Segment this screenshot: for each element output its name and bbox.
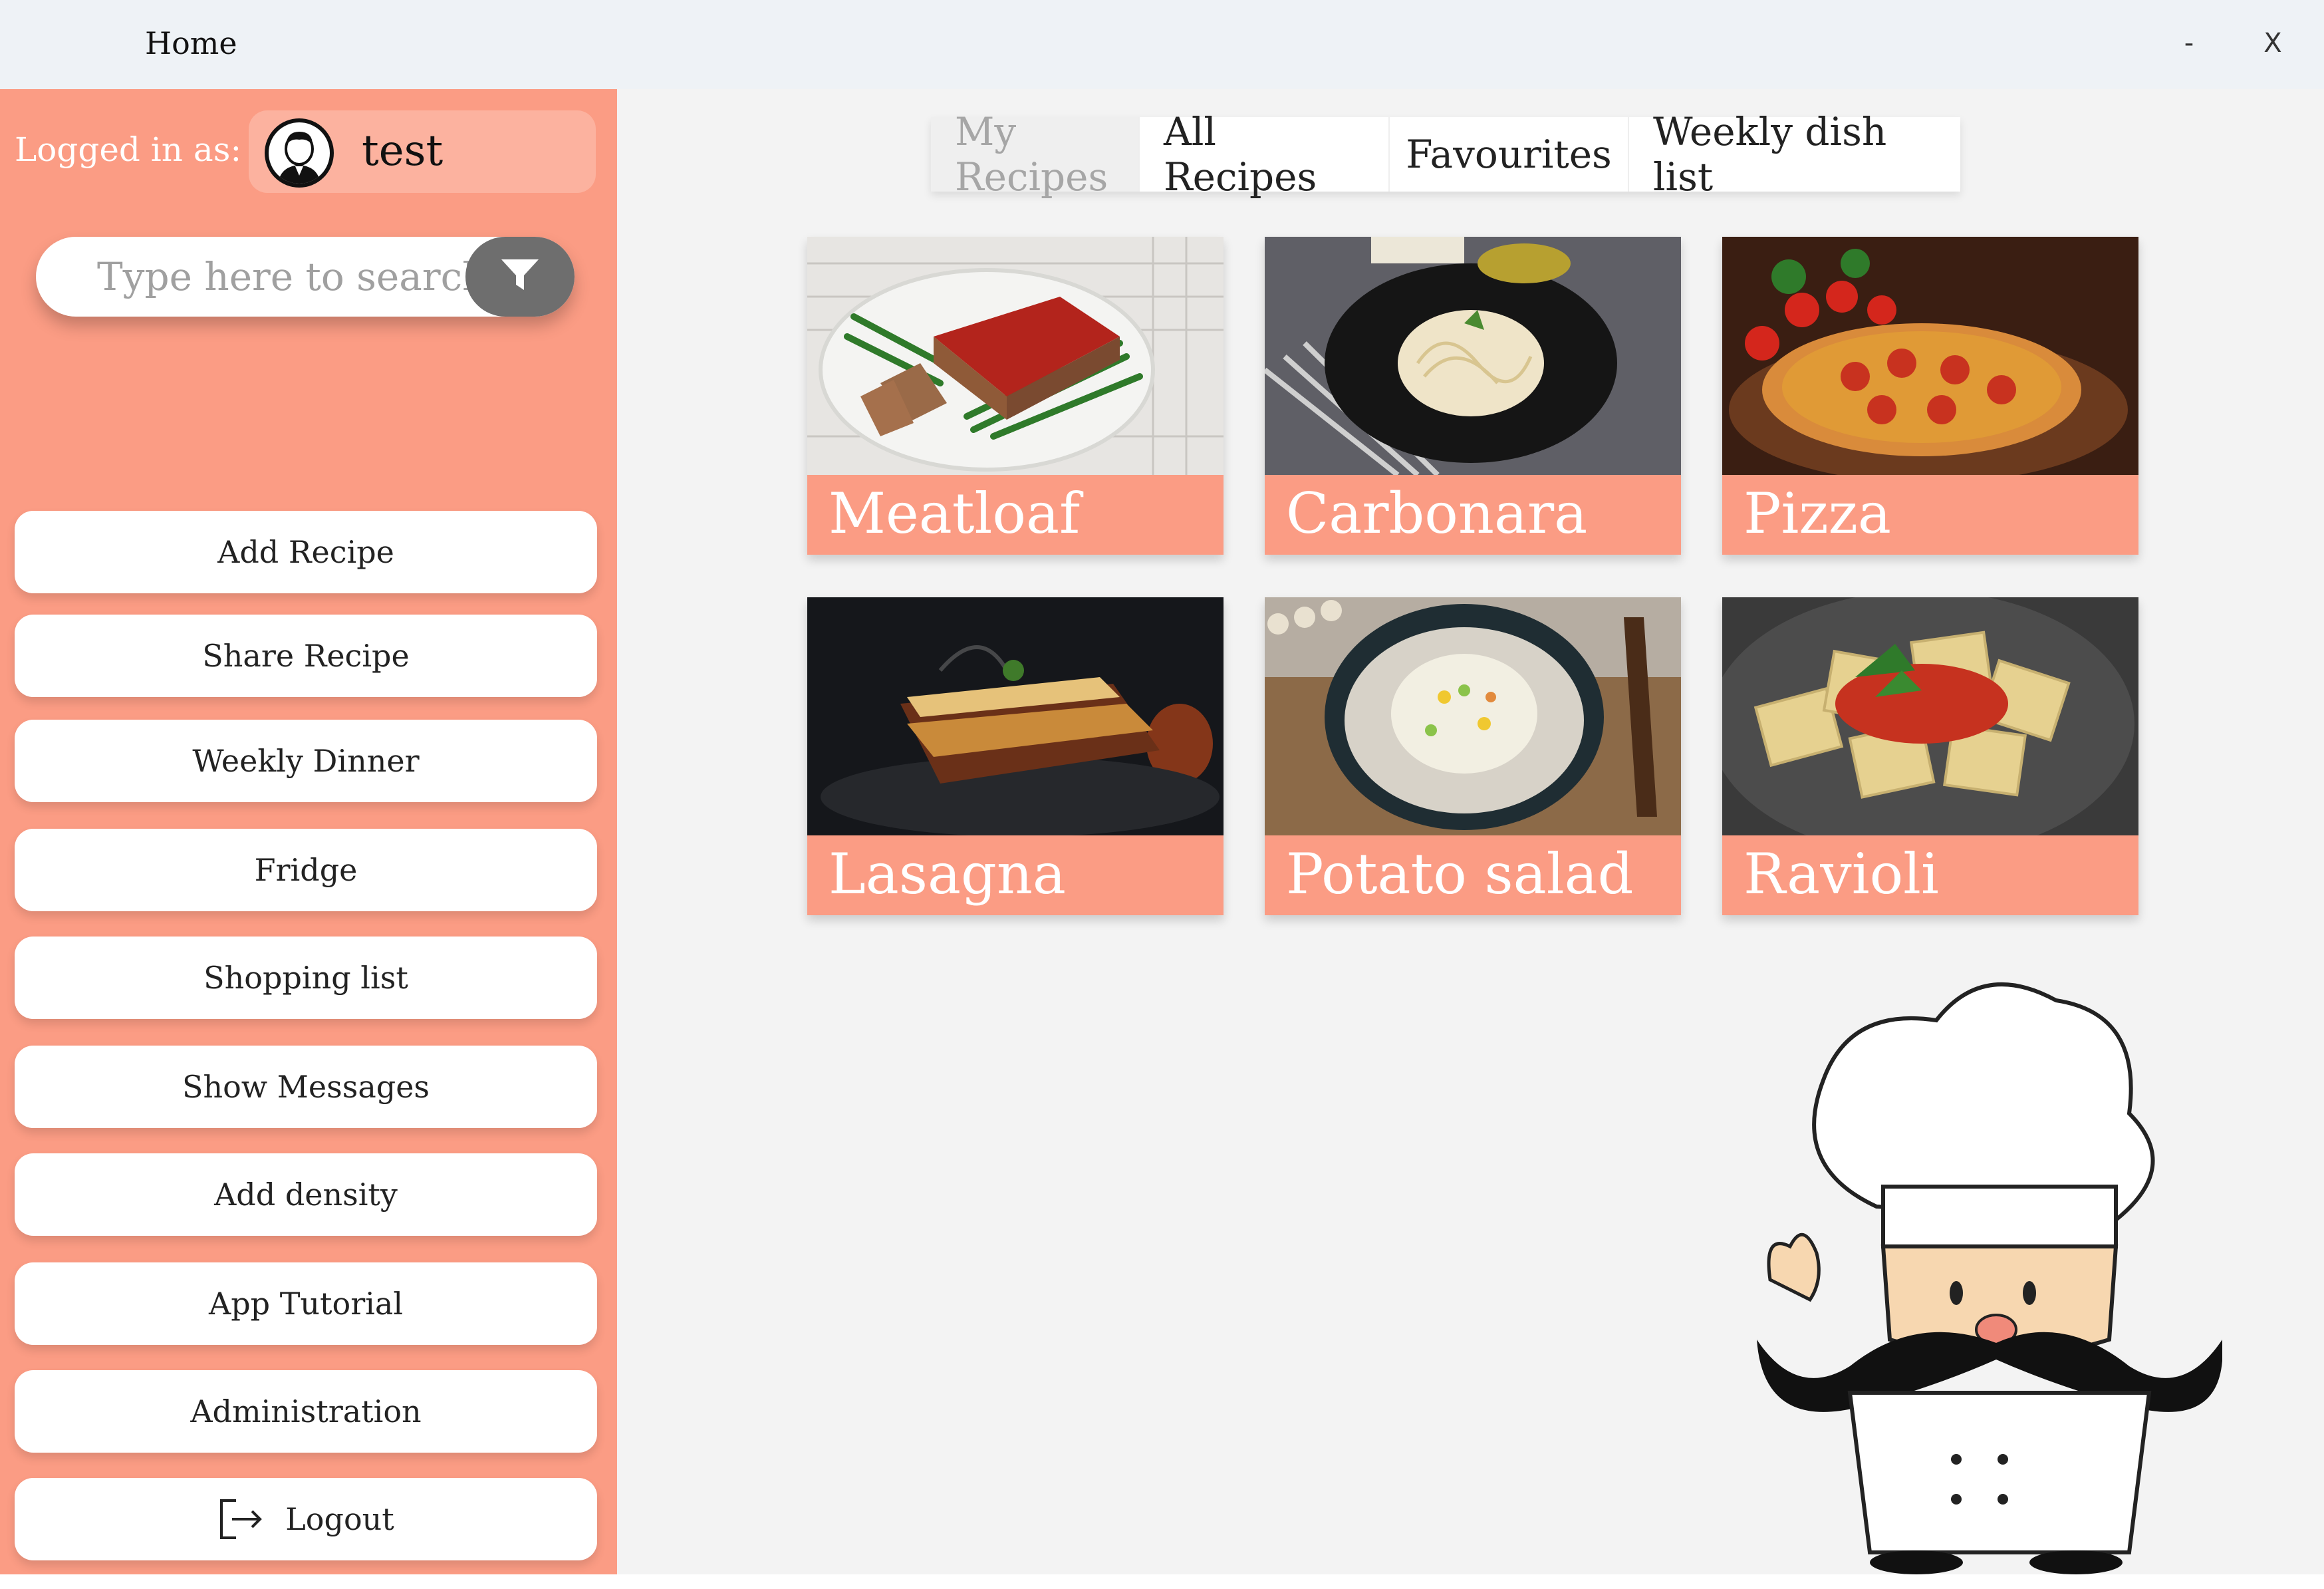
recipe-name: Pizza	[1722, 475, 2138, 555]
search-input[interactable]	[63, 237, 488, 317]
recipe-image	[807, 597, 1224, 835]
add-recipe-button[interactable]: Add Recipe	[15, 511, 597, 593]
logout-button[interactable]: Logout	[15, 1478, 597, 1560]
administration-button[interactable]: Administration	[15, 1370, 597, 1453]
logout-icon	[217, 1498, 265, 1540]
recipe-card-carbonara[interactable]: Carbonara	[1265, 237, 1681, 555]
shopping-list-button[interactable]: Shopping list	[15, 937, 597, 1019]
chef-mascot	[1717, 967, 2223, 1574]
recipe-image	[1265, 237, 1681, 475]
recipe-card-meatloaf[interactable]: Meatloaf	[807, 237, 1224, 555]
recipe-card-pizza[interactable]: Pizza	[1722, 237, 2138, 555]
recipe-name: Potato salad	[1265, 835, 1681, 915]
filter-button[interactable]	[465, 237, 575, 317]
tab-favourites[interactable]: Favourites	[1388, 117, 1628, 192]
tab-weekly-dish-list[interactable]: Weekly dish list	[1628, 109, 1960, 200]
sidebar: Logged in as: test Add Recipe Share Reci…	[0, 89, 617, 1574]
show-messages-button[interactable]: Show Messages	[15, 1046, 597, 1128]
recipe-card-lasagna[interactable]: Lasagna	[807, 597, 1224, 915]
close-button[interactable]: X	[2246, 20, 2299, 67]
user-chip[interactable]: test	[249, 110, 596, 193]
filter-icon	[499, 255, 541, 298]
recipe-name: Lasagna	[807, 835, 1224, 915]
title-bar: Home - X	[0, 0, 2324, 89]
tab-all-recipes[interactable]: All Recipes	[1138, 109, 1388, 200]
window-title: Home	[145, 25, 237, 61]
main-content: My Recipes All Recipes Favourites Weekly…	[617, 89, 2324, 1574]
recipe-name: Ravioli	[1722, 835, 2138, 915]
tab-my-recipes[interactable]: My Recipes	[931, 109, 1138, 200]
user-avatar-icon	[265, 118, 334, 188]
add-density-button[interactable]: Add density	[15, 1153, 597, 1236]
recipe-tabs: My Recipes All Recipes Favourites Weekly…	[931, 109, 1960, 200]
recipe-image	[807, 237, 1224, 475]
app-tutorial-button[interactable]: App Tutorial	[15, 1262, 597, 1345]
username: test	[362, 126, 444, 176]
recipe-image	[1722, 597, 2138, 835]
search-bar	[36, 237, 575, 317]
logout-label: Logout	[285, 1501, 394, 1537]
recipe-image	[1265, 597, 1681, 835]
weekly-dinner-button[interactable]: Weekly Dinner	[15, 720, 597, 802]
recipe-name: Carbonara	[1265, 475, 1681, 555]
minimize-button[interactable]: -	[2162, 20, 2216, 67]
share-recipe-button[interactable]: Share Recipe	[15, 615, 597, 697]
recipe-image	[1722, 237, 2138, 475]
recipe-card-potato-salad[interactable]: Potato salad	[1265, 597, 1681, 915]
recipe-name: Meatloaf	[807, 475, 1224, 555]
recipe-card-ravioli[interactable]: Ravioli	[1722, 597, 2138, 915]
logged-in-label: Logged in as:	[15, 130, 242, 169]
fridge-button[interactable]: Fridge	[15, 829, 597, 911]
